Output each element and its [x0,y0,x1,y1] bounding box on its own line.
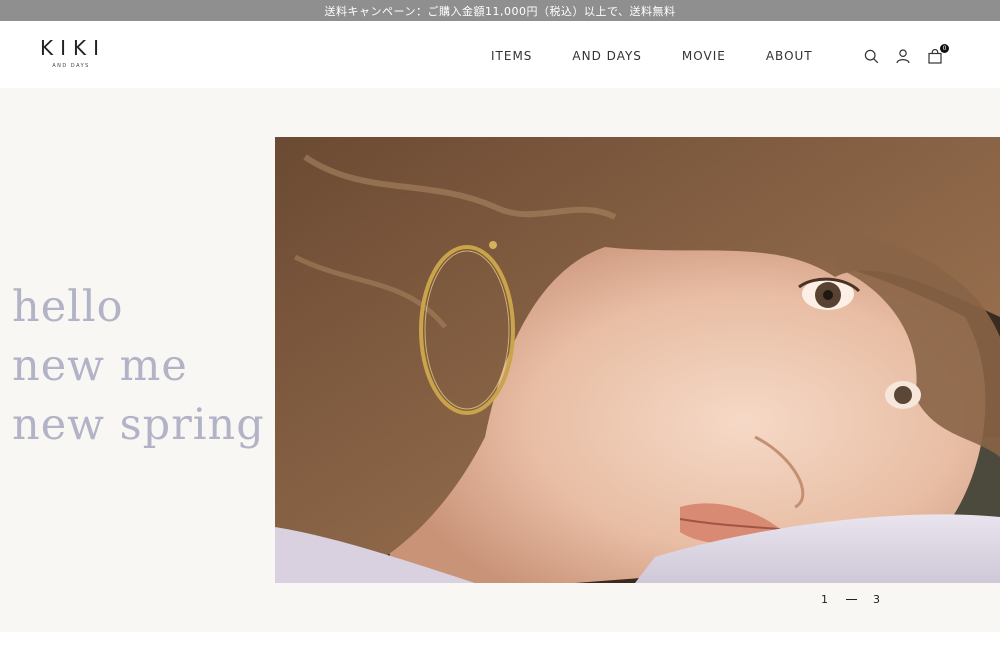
tagline-line: new spring [12,400,265,450]
promo-text: 送料キャンペーン：ご購入金額11,000円（税込）以上で、送料無料 [324,4,676,18]
tagline-line: new me [12,341,188,391]
hero-section: hello new me new spring 1 3 [0,88,1000,632]
cart-count-badge: 0 [940,44,949,53]
pager-current[interactable]: 1 [821,593,828,606]
pager-total[interactable]: 3 [873,593,880,606]
site-header: KIKI AND DAYS ITEMS AND DAYS MOVIE ABOUT [0,21,1000,88]
hero-photo[interactable] [275,137,1000,583]
nav-item-movie[interactable]: MOVIE [682,49,726,63]
hero-tagline: hello new me new spring [12,278,265,455]
shopping-bag-icon[interactable]: 0 [926,44,949,65]
main-nav: ITEMS AND DAYS MOVIE ABOUT [491,49,813,63]
search-icon[interactable] [862,47,880,65]
user-icon[interactable] [894,47,912,65]
brand-logo[interactable]: KIKI AND DAYS [36,37,106,69]
pager-divider [846,599,857,600]
tagline-line: hello [12,282,124,332]
page-below-hero [0,632,1000,650]
nav-item-items[interactable]: ITEMS [491,49,532,63]
nav-item-and-days[interactable]: AND DAYS [572,49,642,63]
promo-banner: 送料キャンペーン：ご購入金額11,000円（税込）以上で、送料無料 [0,0,1000,21]
header-actions: 0 [862,44,949,65]
brand-name: KIKI [40,36,107,60]
nav-item-about[interactable]: ABOUT [766,49,813,63]
brand-subtitle: AND DAYS [52,63,90,69]
slide-pager: 1 3 [821,593,880,606]
